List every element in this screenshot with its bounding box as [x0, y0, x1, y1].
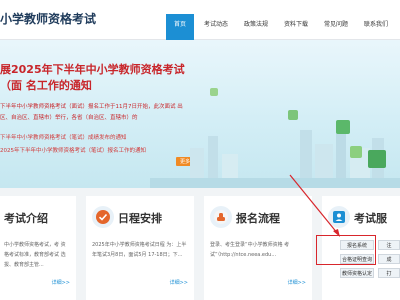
card-title: 日程安排: [118, 212, 162, 225]
green-cube-decoration: [350, 146, 362, 158]
card-text: 中小学教师资格考试，考 资格考试标准，教育部考试 选拔、教育部主管...: [4, 242, 66, 268]
banner-headline[interactable]: 展2025年下半年中小学教师资格考试（面 名工作的通知: [0, 62, 190, 94]
card-more-link[interactable]: 详细>>: [52, 279, 70, 286]
city-skyline-illustration: [150, 126, 400, 188]
card-title: 考试服: [354, 212, 387, 225]
card-more-link[interactable]: 详细>>: [170, 279, 188, 286]
site-header: 小学教师资格考试 首页 考试动态 政策法规 资料下载 常见问题 联系我们: [0, 0, 400, 40]
check-circle-icon: [92, 206, 114, 228]
news-banner: 展2025年下半年中小学教师资格考试（面 名工作的通知 下半年中小学教师资格考试…: [0, 40, 400, 188]
banner-news-link[interactable]: 2025年下半年中小学教师资格考试（笔试）报名工作的通知: [0, 146, 146, 154]
exam-intro-card[interactable]: 考试介绍 中小学教师资格考试，考 资格考试标准，教育部考试 选拔、教育部主管..…: [0, 196, 76, 300]
service-button[interactable]: 注: [378, 240, 400, 250]
green-cube-decoration: [288, 110, 298, 120]
nav-exam-news[interactable]: 考试动态: [199, 14, 233, 40]
card-more-link[interactable]: 详细>>: [288, 279, 306, 286]
service-button[interactable]: 打: [378, 268, 400, 278]
teacher-qualification-button[interactable]: 教师资格认定: [340, 268, 374, 278]
annotation-highlight-box: [316, 235, 376, 265]
card-text: 2025年中小学教师资格考试日程 为：上半年笔试3月8日，面试5月 17-18日…: [92, 242, 187, 258]
green-cube-decoration: [210, 88, 218, 96]
person-icon: [328, 206, 350, 228]
nav-policy[interactable]: 政策法规: [239, 14, 273, 40]
nav-home[interactable]: 首页: [166, 14, 194, 40]
banner-news-link[interactable]: 下半年中小学教师资格考试（笔试）成绩发布的通知: [0, 133, 127, 141]
hand-icon: [210, 206, 232, 228]
site-title[interactable]: 小学教师资格考试: [0, 10, 96, 27]
schedule-card[interactable]: 日程安排 2025年中小学教师资格考试日程 为：上半年笔试3月8日，面试5月 1…: [86, 196, 194, 300]
nav-contact[interactable]: 联系我们: [359, 14, 393, 40]
green-cube-decoration: [336, 120, 350, 134]
card-text: 登录、考生登录“中小学教师资格 考试”（http://ntce.neea.edu…: [210, 242, 290, 258]
nav-faq[interactable]: 常见问题: [319, 14, 353, 40]
green-cube-decoration: [368, 150, 386, 168]
service-button[interactable]: 成: [378, 254, 400, 264]
card-title: 报名流程: [236, 212, 280, 225]
card-title: 考试介绍: [4, 212, 48, 225]
nav-downloads[interactable]: 资料下载: [279, 14, 313, 40]
registration-process-card[interactable]: 报名流程 登录、考生登录“中小学教师资格 考试”（http://ntce.nee…: [204, 196, 312, 300]
